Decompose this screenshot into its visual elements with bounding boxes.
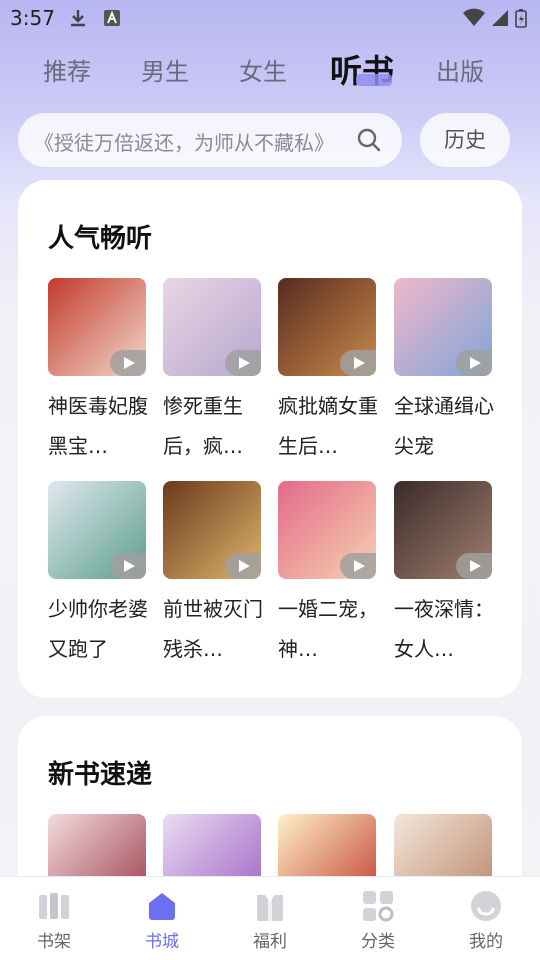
book-item[interactable]: 少帅你老婆又跑了	[48, 481, 148, 669]
book-title: 一婚二宠，神…	[278, 597, 378, 661]
play-icon[interactable]	[456, 553, 492, 579]
new-books-section-title: 新书速递	[48, 760, 153, 790]
keyboard-a-icon	[104, 10, 120, 26]
book-item[interactable]: 一婚二宠，神…	[278, 481, 378, 669]
book-cover	[48, 278, 146, 376]
top-tabs: 推荐 男生 女生 听书 出版	[0, 44, 540, 96]
book-title: 前世被灭门残杀…	[163, 597, 263, 661]
search-icon[interactable]	[356, 127, 382, 153]
book-title: 惨死重生后，疯…	[163, 394, 243, 458]
book-item[interactable]: 惨死重生后，疯…	[163, 278, 261, 466]
history-button[interactable]: 历史	[420, 113, 510, 167]
search-placeholder: 《授徒万倍返还，为师从不藏私》	[34, 131, 334, 155]
book-cover	[163, 278, 261, 376]
book-cover	[278, 278, 376, 376]
book-cover	[163, 481, 261, 579]
book-item[interactable]: 疯批嫡女重生后…	[278, 278, 378, 466]
play-icon[interactable]	[456, 350, 492, 376]
download-icon	[71, 10, 85, 27]
nav-bookshelf-label: 书架	[37, 932, 71, 952]
book-title: 全球通缉心尖宠	[394, 394, 494, 458]
nav-bookshelf[interactable]: 书架	[19, 889, 89, 952]
bookstore-icon	[149, 893, 175, 920]
book-item[interactable]: 神医毒妃腹黑宝…	[48, 278, 148, 466]
book-item[interactable]: 前世被灭门残杀…	[163, 481, 263, 669]
nav-bookstore[interactable]: 书城	[127, 889, 197, 952]
nav-category[interactable]: 分类	[343, 889, 413, 952]
nav-welfare-label: 福利	[253, 932, 287, 952]
play-icon[interactable]	[225, 350, 261, 376]
play-icon[interactable]	[110, 553, 146, 579]
nav-profile-label: 我的	[469, 932, 503, 952]
gift-icon	[257, 890, 283, 921]
nav-welfare[interactable]: 福利	[235, 889, 305, 952]
active-tab-indicator	[356, 74, 392, 86]
book-title: 一夜深情：女人…	[394, 597, 494, 661]
book-title: 少帅你老婆又跑了	[48, 597, 148, 661]
search-input[interactable]: 《授徒万倍返还，为师从不藏私》	[18, 113, 402, 167]
book-item[interactable]: 一夜深情：女人…	[394, 481, 494, 669]
popular-section: 人气畅听 神医毒妃腹黑宝… 惨死重生后，疯… 疯批嫡女重生后… 全球通缉心尖宠 …	[18, 180, 522, 698]
nav-profile[interactable]: 我的	[451, 889, 521, 952]
nav-bookstore-label: 书城	[145, 932, 179, 952]
wifi-icon	[463, 8, 485, 26]
category-icon	[363, 891, 394, 922]
play-icon[interactable]	[340, 350, 376, 376]
battery-icon	[515, 9, 527, 28]
nav-category-label: 分类	[361, 932, 395, 952]
play-icon[interactable]	[110, 350, 146, 376]
tab-publishing[interactable]: 出版	[420, 52, 500, 87]
book-title: 神医毒妃腹黑宝…	[48, 394, 148, 458]
popular-section-title: 人气畅听	[48, 224, 153, 254]
play-icon[interactable]	[340, 553, 376, 579]
tab-recommend[interactable]: 推荐	[27, 52, 107, 87]
signal-icon	[492, 10, 508, 26]
bottom-nav: 书架 书城 福利 分类 我的	[0, 876, 540, 960]
book-cover	[278, 481, 376, 579]
status-bar: 3:57	[0, 0, 540, 36]
book-cover	[394, 481, 492, 579]
bookshelf-icon	[39, 893, 69, 919]
tab-male[interactable]: 男生	[125, 52, 205, 87]
book-title: 疯批嫡女重生后…	[278, 394, 378, 458]
book-item[interactable]: 全球通缉心尖宠	[394, 278, 494, 466]
book-cover	[48, 481, 146, 579]
profile-icon	[471, 891, 501, 921]
book-cover	[394, 278, 492, 376]
status-time: 3:57	[10, 6, 55, 30]
play-icon[interactable]	[225, 553, 261, 579]
tab-female[interactable]: 女生	[223, 52, 303, 87]
